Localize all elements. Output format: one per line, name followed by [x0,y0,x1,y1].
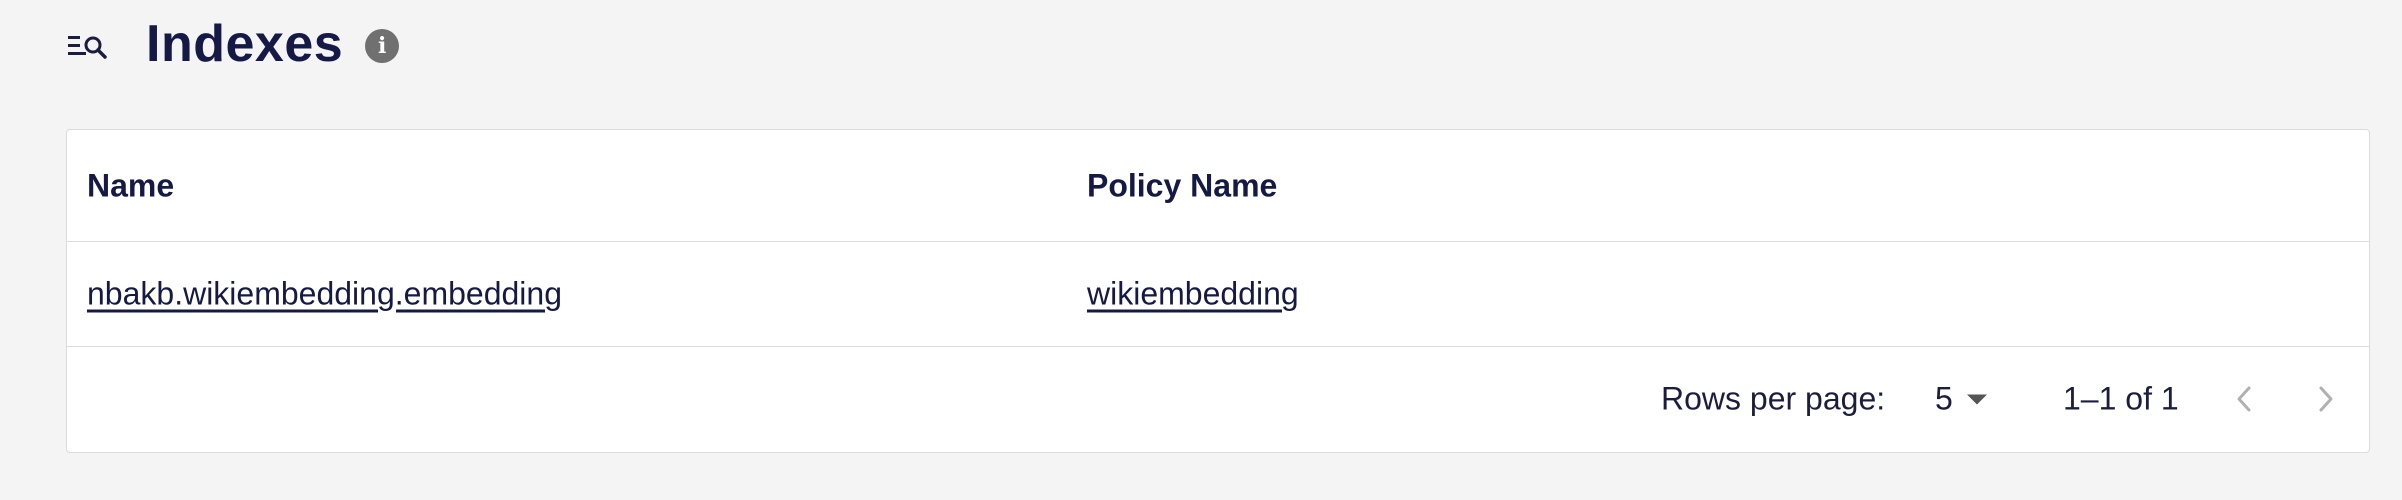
column-header-policy-name: Policy Name [1087,167,1278,203]
table-row: nbakb.wikiembedding.embedding wikiembedd… [67,242,2369,347]
page-title: Indexes [146,15,344,73]
rows-per-page-label: Rows per page: [1661,380,1886,417]
previous-page-button[interactable] [2225,379,2265,419]
chevron-left-icon [2237,386,2251,412]
table-pagination: Rows per page: 5 1–1 of 1 [67,347,2369,451]
name-cell: nbakb.wikiembedding.embedding [87,276,562,313]
column-header-name: Name [87,167,175,203]
page-header: Indexes i [66,8,400,80]
next-page-button[interactable] [2305,379,2345,419]
rows-per-page-value: 5 [1935,380,1953,417]
index-name-link[interactable]: nbakb.wikiembedding.embedding [87,276,562,312]
info-icon[interactable]: i [365,29,400,63]
indexes-table: Name Policy Name nbakb.wikiembedding.emb… [66,129,2370,453]
table-header-row: Name Policy Name [67,130,2369,242]
rows-per-page-select[interactable]: 5 [1935,381,1987,418]
list-search-icon [66,27,110,61]
policy-name-cell: wikiembedding [1087,276,1299,313]
caret-down-icon [1966,394,1987,404]
chevron-right-icon [2319,386,2333,412]
policy-name-link[interactable]: wikiembedding [1087,276,1299,312]
page-range-text: 1–1 of 1 [2063,380,2179,417]
